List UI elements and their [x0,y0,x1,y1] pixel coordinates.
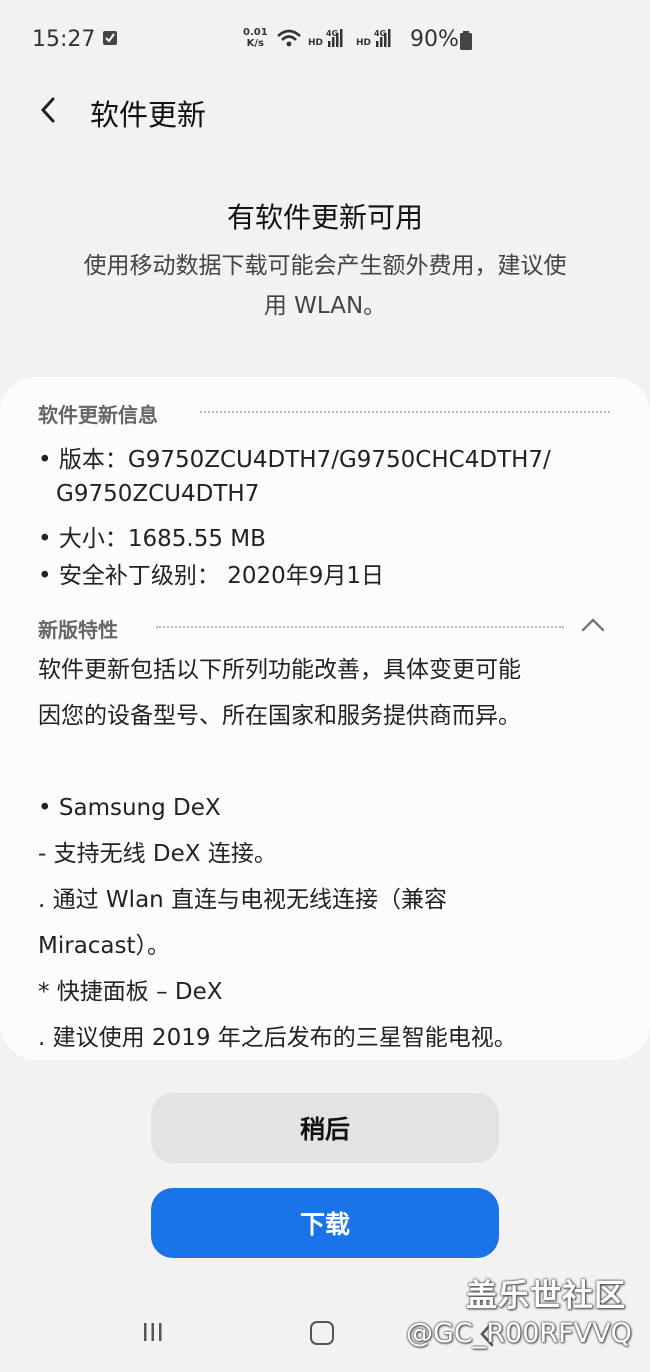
status-bar: 15:27 0.01 K/s HD 4G HD 4G 90% [0,0,650,80]
collapse-chevron-up-icon[interactable] [580,617,606,633]
download-button[interactable]: 下载 [151,1188,499,1258]
battery-icon [460,31,472,50]
signal-icons: HD 4G HD 4G [277,29,391,48]
notice-line-1: 使用移动数据下载可能会产生额外费用，建议使 [83,253,567,279]
release-note-line: 因您的设备型号、所在国家和服务提供商而异。 [38,703,521,729]
wifi-icon [277,29,301,47]
later-button[interactable]: 稍后 [151,1093,499,1163]
update-available-heading: 有软件更新可用 [226,201,423,234]
network-speed-unit: K/s [246,38,265,49]
network-speed-value: 0.01 [243,27,268,38]
svg-text:HD: HD [356,38,371,48]
version-line: • 版本：G9750ZCU4DTH7/G9750CHC4DTH7/ [38,447,551,473]
release-notes: 软件更新包括以下所列功能改善，具体变更可能 因您的设备型号、所在国家和服务提供商… [38,647,521,1060]
back-button[interactable] [28,90,68,130]
chevron-left-icon [40,97,55,123]
version-line-cont: G9750ZCU4DTH7 [56,481,260,507]
release-note-line: Miracast）。 [38,933,171,959]
whats-new-heading: 新版特性 [38,618,118,642]
update-info-heading: 软件更新信息 [38,403,158,427]
watermark-user-id: @GC_R00RFVVQ [406,1318,632,1349]
status-time: 15:27 [32,27,96,52]
recent-apps-icon[interactable] [142,1322,164,1342]
page-title: 软件更新 [90,98,207,132]
notification-check-icon [103,31,117,45]
home-icon[interactable] [310,1321,334,1345]
size-line: • 大小：1685.55 MB [38,526,266,552]
security-patch-line: • 安全补丁级别： 2020年9月1日 [38,563,384,589]
release-note-line: * 快捷面板 – DeX [38,979,223,1005]
release-note-line [38,739,521,785]
network-speed: 0.01 K/s [243,27,268,49]
update-details-card[interactable]: 软件更新信息 • 版本：G9750ZCU4DTH7/G9750CHC4DTH7/… [0,377,650,1060]
watermark-community: 盖乐世社区 [466,1278,626,1314]
release-note-line: - 支持无线 DeX 连接。 [38,841,277,867]
release-note-line: 软件更新包括以下所列功能改善，具体变更可能 [38,657,521,683]
section-divider [200,411,610,413]
release-note-line: . 通过 Wlan 直连与电视无线连接（兼容 [38,887,448,913]
release-note-line: . 建议使用 2019 年之后发布的三星智能电视。 [38,1025,517,1051]
battery-percent: 90% [410,27,459,52]
notice-line-2: 用 WLAN。 [263,293,387,319]
mobile-data-notice: 使用移动数据下载可能会产生额外费用，建议使 用 WLAN。 [42,246,608,326]
section-divider [156,626,564,628]
release-note-line: • Samsung DeX [38,795,221,821]
svg-text:HD: HD [308,38,323,48]
